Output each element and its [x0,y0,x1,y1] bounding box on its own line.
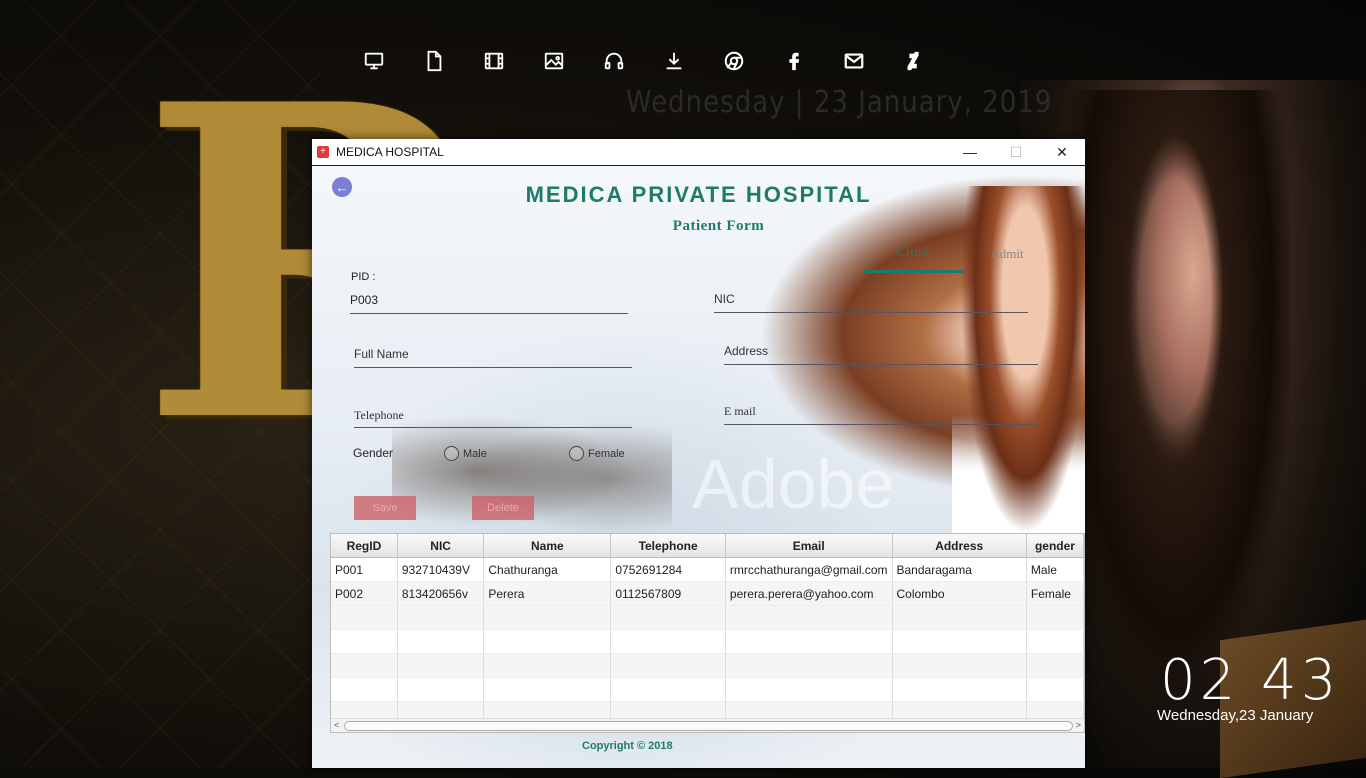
headphones-icon[interactable] [584,48,644,74]
desktop-date-widget: Wednesday | 23 January, 2019 [626,85,1053,121]
form-title: Patient Form [672,218,765,234]
minimize-button[interactable]: — [947,139,993,165]
column-header[interactable]: Name [483,534,612,558]
film-icon[interactable] [464,48,524,74]
window-title: MEDICA HOSPITAL [336,145,444,159]
scroll-right-icon[interactable]: > [1076,719,1081,732]
telephone-field[interactable] [354,406,632,428]
gender-label: Gender [353,446,394,460]
table-cell: Bandaragama [892,557,1027,582]
gmail-icon[interactable] [824,48,884,74]
deviantart-icon[interactable] [884,48,944,74]
image-icon[interactable] [524,48,584,74]
file-icon[interactable] [404,48,464,74]
clear-button[interactable]: Clear [952,490,978,502]
clock-time: 02 43 [1160,648,1341,713]
male-label: Male [463,447,487,460]
maximize-button[interactable]: ☐ [993,139,1039,165]
empty-table-row [331,677,1084,702]
title-bar[interactable]: + MEDICA HOSPITAL — ☐ ✕ [312,139,1085,166]
tab-clinic[interactable]: Clinic [864,244,964,273]
nic-field[interactable] [714,290,1028,313]
pid-label: PID : [351,271,376,283]
column-header[interactable]: Telephone [610,534,726,558]
full-name-input[interactable] [354,347,632,361]
table-cell: 0752691284 [610,557,726,582]
table-cell: P002 [331,581,398,606]
desktop-launcher [344,48,944,74]
hospital-heading: MEDICA PRIVATE HOSPITAL [525,182,872,207]
radio-circle[interactable] [444,446,459,461]
column-header[interactable]: Email [725,534,893,558]
table-cell: Chathuranga [483,557,612,582]
gender-male-radio[interactable]: Male [444,446,487,461]
address-input[interactable] [724,344,1038,358]
nic-input[interactable] [714,292,1028,306]
tab-admit[interactable]: Admit [967,246,1047,272]
download-icon[interactable] [644,48,704,74]
save-button[interactable]: Save [354,496,416,520]
scrollbar-thumb[interactable] [344,721,1073,731]
close-button[interactable]: ✕ [1039,139,1085,165]
chrome-icon[interactable] [704,48,764,74]
email-field[interactable] [724,402,1038,425]
wallpaper-portrait-hair [1060,90,1290,690]
empty-table-row [331,653,1084,678]
table-cell: 0112567809 [610,581,726,606]
table-cell: perera.perera@yahoo.com [725,581,893,606]
radio-circle[interactable] [569,446,584,461]
pid-field[interactable] [350,291,628,314]
window-controls: — ☐ ✕ [947,139,1085,165]
table-header-row: RegID NIC Name Telephone Email Address g… [331,534,1084,558]
facebook-icon[interactable] [764,48,824,74]
full-name-field[interactable] [354,345,632,368]
scroll-left-icon[interactable]: < [334,719,339,732]
telephone-input[interactable] [354,408,632,423]
table-cell: Perera [483,581,612,606]
table-cell: 813420656v [397,581,485,606]
hospital-app-icon: + [317,146,329,158]
table-row[interactable]: P001 932710439V Chathuranga 0752691284 r… [331,557,1084,582]
table-cell: Colombo [892,581,1027,606]
empty-table-row [331,605,1084,630]
table-cell: Male [1026,557,1084,582]
table-cell: 932710439V [397,557,485,582]
column-header[interactable]: RegID [331,534,398,558]
copyright-text: Copyright © 2018 [582,740,673,752]
column-header[interactable]: Address [892,534,1027,558]
column-header[interactable]: gender [1026,534,1084,558]
form-panel: Adobe Stock ← MEDICA PRIVATE HOSPITAL Pa… [312,166,1085,768]
pid-input[interactable] [350,293,628,307]
table-cell: rmrcchathuranga@gmail.com [725,557,893,582]
address-field[interactable] [724,342,1038,365]
email-input[interactable] [724,404,1038,419]
table-row[interactable]: P002 813420656v Perera 0112567809 perera… [331,581,1084,606]
gender-female-radio[interactable]: Female [569,446,625,461]
empty-table-row [331,629,1084,654]
table-cell: P001 [331,557,398,582]
delete-button[interactable]: Delete [472,496,534,520]
column-header[interactable]: NIC [397,534,485,558]
monitor-icon[interactable] [344,48,404,74]
table-cell: Female [1026,581,1084,606]
app-window: + MEDICA HOSPITAL — ☐ ✕ Adobe Stock ← ME… [312,139,1085,768]
female-label: Female [588,447,625,460]
patients-table[interactable]: RegID NIC Name Telephone Email Address g… [330,533,1085,733]
horizontal-scrollbar[interactable]: < > [331,718,1084,732]
clock-date: Wednesday,23 January [1157,707,1314,724]
